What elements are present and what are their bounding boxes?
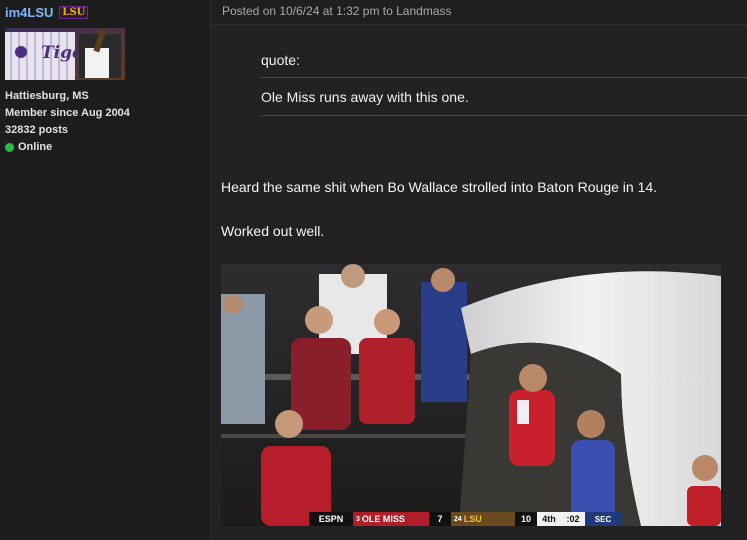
user-post-count: 32832 posts [5, 124, 68, 136]
avatar[interactable]: Tiger [5, 28, 125, 80]
team2-block: 24 LSU [451, 512, 515, 526]
quote-label: quote: [261, 48, 747, 78]
username-row: im4LSU LSU [5, 3, 89, 21]
user-location: Hattiesburg, MS [5, 90, 89, 102]
user-member-since: Member since Aug 2004 [5, 107, 130, 119]
online-status-icon [5, 143, 14, 152]
quote-block: quote: Ole Miss runs away with this one. [261, 48, 747, 116]
user-meta: Hattiesburg, MS Member since Aug 2004 32… [5, 88, 130, 156]
network-logo: ESPN [309, 512, 353, 526]
username-link[interactable]: im4LSU [5, 5, 53, 20]
scorebug: ESPN 3 OLE MISS 7 24 LSU 10 4th :02 SEC [309, 512, 621, 526]
quote-text: Ole Miss runs away with this one. [261, 78, 747, 116]
embedded-gif[interactable]: ESPN 3 OLE MISS 7 24 LSU 10 4th :02 SEC [221, 264, 721, 526]
team1-score: 7 [429, 512, 451, 526]
team2-name: LSU [463, 514, 482, 524]
team1-block: 3 OLE MISS [353, 512, 429, 526]
team2-score: 10 [515, 512, 537, 526]
game-clock: :02 [561, 512, 585, 526]
online-status-label: Online [18, 141, 53, 153]
quarter: 4th [537, 512, 561, 526]
user-info-panel: im4LSU LSU Tiger Hattiesburg, MS Member … [0, 0, 211, 540]
post-timestamp[interactable]: Posted on 10/6/24 at 1:32 pm to Landmass [222, 4, 452, 18]
team2-rank: 24 [454, 515, 462, 523]
post-body-line-2: Worked out well. [221, 223, 325, 239]
team-badge: LSU [59, 5, 89, 19]
avatar-image: Tiger [5, 28, 125, 80]
conference-logo: SEC [585, 512, 621, 526]
team1-name: OLE MISS [361, 514, 405, 524]
online-status: Online [5, 139, 130, 156]
post-body-line-1: Heard the same shit when Bo Wallace stro… [221, 179, 658, 195]
team1-rank: 3 [356, 515, 360, 523]
post-content-panel: Posted on 10/6/24 at 1:32 pm to Landmass… [211, 0, 747, 540]
forum-post: im4LSU LSU Tiger Hattiesburg, MS Member … [0, 0, 747, 540]
post-header: Posted on 10/6/24 at 1:32 pm to Landmass [211, 0, 747, 25]
gif-frame [221, 264, 721, 526]
